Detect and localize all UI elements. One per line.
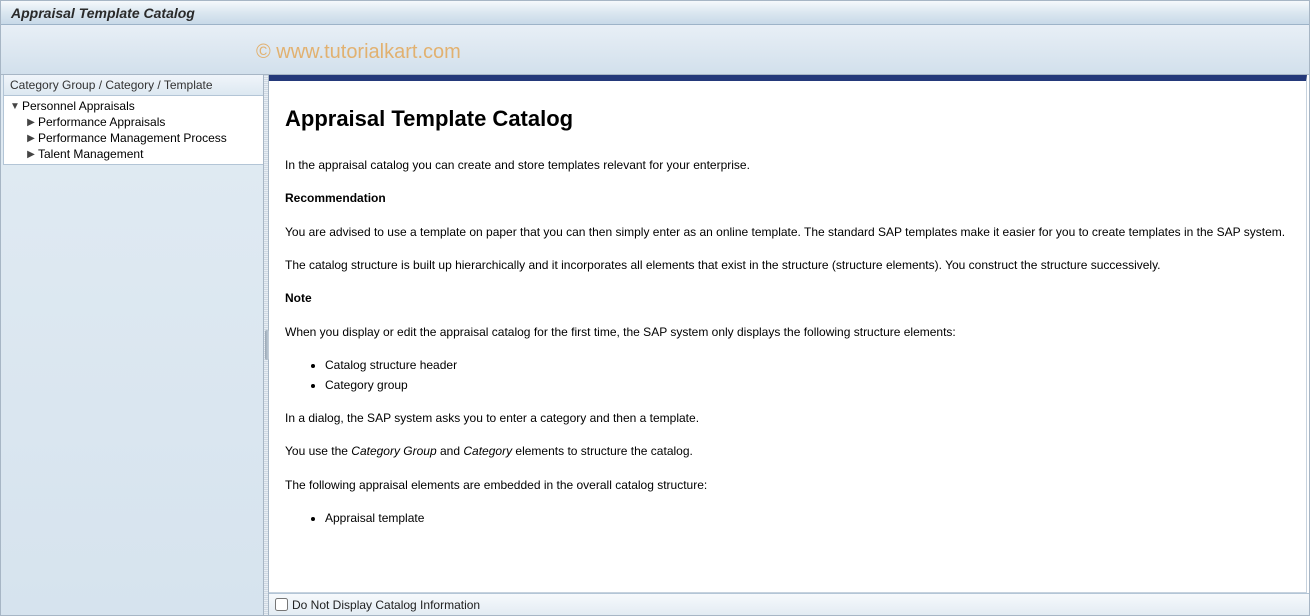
sidebar-fill — [1, 167, 268, 615]
main-area: Category Group / Category / Template ▼ P… — [1, 75, 1309, 615]
chevron-right-icon: ▶ — [26, 117, 36, 128]
doc-use: You use the Category Group and Category … — [285, 443, 1290, 460]
doc-note-heading: Note — [285, 290, 1290, 307]
chevron-down-icon: ▼ — [10, 101, 20, 112]
watermark-text: © www.tutorialkart.com — [256, 41, 461, 64]
doc-embed: The following appraisal elements are emb… — [285, 477, 1290, 494]
doc-dialog: In a dialog, the SAP system asks you to … — [285, 410, 1290, 427]
tree-child-item[interactable]: ▶ Talent Management — [4, 146, 265, 162]
tree-child-item[interactable]: ▶ Performance Appraisals — [4, 114, 265, 130]
doc-use-em2: Category — [463, 444, 512, 458]
list-item: Catalog structure header — [325, 357, 1290, 374]
splitter[interactable] — [263, 75, 269, 615]
doc-use-em1: Category Group — [351, 444, 436, 458]
list-item: Appraisal template — [325, 510, 1290, 527]
doc-note-heading-text: Note — [285, 291, 312, 305]
sidebar: Category Group / Category / Template ▼ P… — [1, 75, 269, 615]
doc-intro: In the appraisal catalog you can create … — [285, 157, 1290, 174]
list-item: Category group — [325, 377, 1290, 394]
doc-scroll[interactable]: Appraisal Template Catalog In the apprai… — [269, 75, 1307, 593]
footer-bar: Do Not Display Catalog Information — [269, 593, 1309, 615]
tree-child-label: Performance Management Process — [36, 131, 227, 145]
tree: ▼ Personnel Appraisals ▶ Performance App… — [3, 96, 266, 165]
doc-list-2: Appraisal template — [309, 510, 1290, 527]
do-not-display-checkbox[interactable] — [275, 598, 288, 611]
doc-body: Appraisal Template Catalog In the apprai… — [269, 81, 1306, 574]
doc-note-body: When you display or edit the appraisal c… — [285, 324, 1290, 341]
chevron-right-icon: ▶ — [26, 133, 36, 144]
window-title: Appraisal Template Catalog — [11, 5, 195, 21]
tree-child-item[interactable]: ▶ Performance Management Process — [4, 130, 265, 146]
tree-root-label: Personnel Appraisals — [20, 99, 135, 113]
doc-use-pre: You use the — [285, 444, 351, 458]
tree-child-label: Performance Appraisals — [36, 115, 165, 129]
tree-header: Category Group / Category / Template — [3, 75, 266, 96]
doc-heading: Appraisal Template Catalog — [285, 103, 1290, 135]
splitter-grip-icon — [265, 330, 269, 360]
app-window: Appraisal Template Catalog © www.tutoria… — [0, 0, 1310, 616]
doc-rec-body: You are advised to use a template on pap… — [285, 224, 1290, 241]
content-pane: Appraisal Template Catalog In the apprai… — [269, 75, 1309, 615]
titlebar: Appraisal Template Catalog — [1, 1, 1309, 25]
chevron-right-icon: ▶ — [26, 149, 36, 160]
toolbar-band: © www.tutorialkart.com — [1, 25, 1309, 75]
doc-list-1: Catalog structure header Category group — [309, 357, 1290, 394]
tree-child-label: Talent Management — [36, 147, 143, 161]
do-not-display-label[interactable]: Do Not Display Catalog Information — [292, 598, 480, 612]
doc-use-mid: and — [437, 444, 464, 458]
doc-rec-heading-text: Recommendation — [285, 191, 386, 205]
doc-use-post: elements to structure the catalog. — [512, 444, 693, 458]
tree-root-item[interactable]: ▼ Personnel Appraisals — [4, 98, 265, 114]
doc-rec-heading: Recommendation — [285, 190, 1290, 207]
doc-struct: The catalog structure is built up hierar… — [285, 257, 1290, 274]
